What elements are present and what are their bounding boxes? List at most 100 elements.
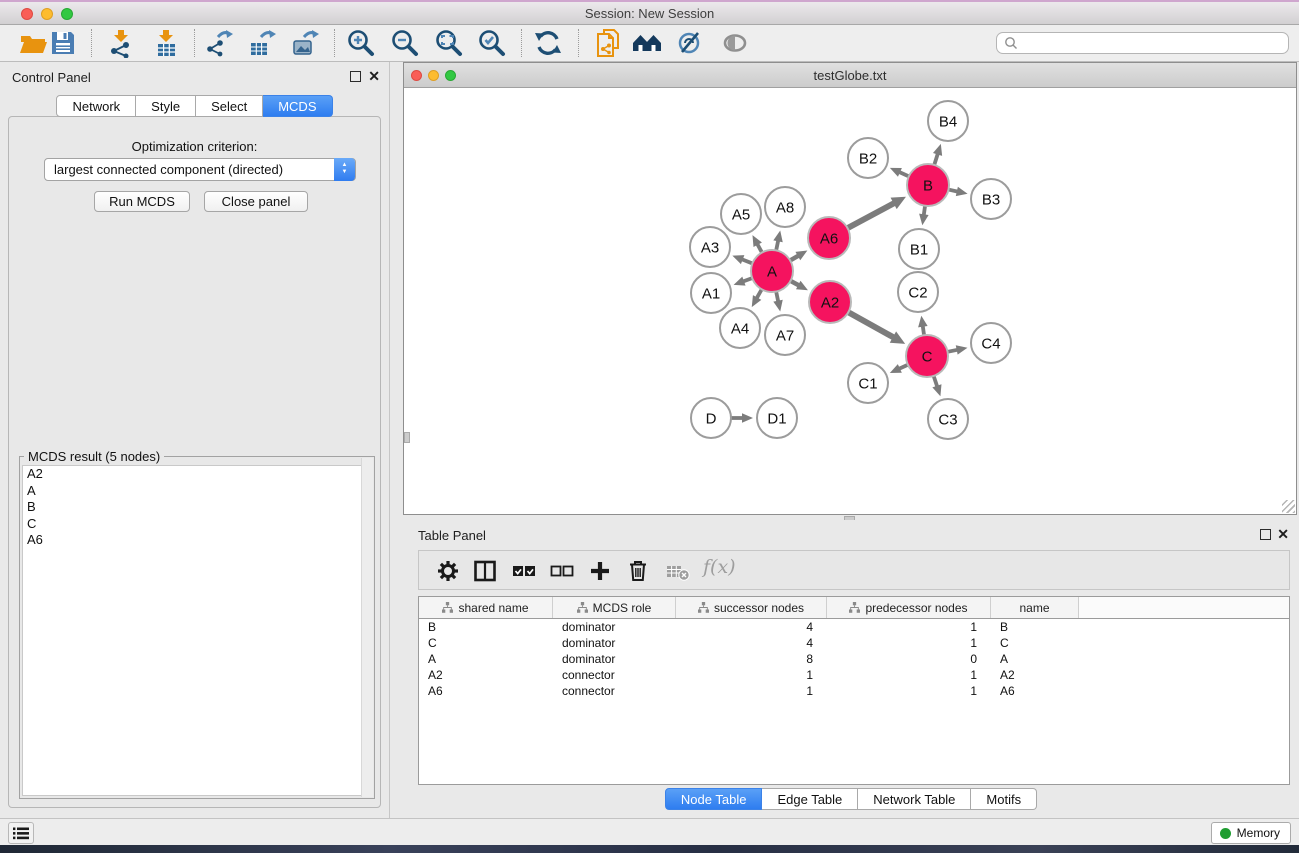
close-panel-icon[interactable]: ✕ (368, 67, 380, 85)
function-builder-icon[interactable]: f(x) (703, 556, 736, 578)
table-row[interactable]: A2connector11A2 (419, 667, 1289, 683)
column-header[interactable]: name (991, 597, 1079, 618)
application-window: Session: New Session Cont (0, 0, 1299, 853)
edge-arrowhead (956, 345, 968, 354)
table-cell: 1 (676, 667, 827, 683)
import-network-icon[interactable] (106, 28, 136, 58)
column-header[interactable]: shared name (419, 597, 553, 618)
table-cell: A (991, 651, 1079, 667)
import-table-icon[interactable] (151, 28, 181, 58)
result-list-item[interactable]: A2 (23, 466, 371, 483)
tab-motifs[interactable]: Motifs (971, 788, 1037, 810)
zoom-in-icon[interactable] (346, 28, 376, 58)
column-header-label: successor nodes (714, 601, 804, 615)
save-session-icon[interactable] (48, 28, 78, 58)
graph-node-label: B1 (910, 241, 928, 258)
close-table-panel-icon[interactable]: ✕ (1277, 525, 1289, 543)
tab-network-table[interactable]: Network Table (858, 788, 971, 810)
status-bar: Memory (0, 818, 1299, 845)
attribute-type-icon (698, 602, 709, 613)
tab-edge-table[interactable]: Edge Table (762, 788, 858, 810)
new-network-from-selection-icon[interactable] (593, 28, 623, 58)
table-row[interactable]: Cdominator41C (419, 635, 1289, 651)
export-table-icon[interactable] (247, 28, 277, 58)
optimization-label: Optimization criterion: (9, 139, 380, 154)
task-history-button[interactable] (8, 822, 34, 844)
graph-node-label: A8 (776, 199, 794, 216)
graph-node-label: B2 (859, 150, 877, 167)
result-list-item[interactable]: A (23, 483, 371, 500)
memory-button[interactable]: Memory (1211, 822, 1291, 844)
table-cell: 0 (827, 651, 991, 667)
window-titlebar: Session: New Session (0, 0, 1299, 25)
table-cell: C (419, 635, 553, 651)
search-input[interactable] (1022, 34, 1288, 52)
table-row[interactable]: Bdominator41B (419, 619, 1289, 635)
column-header[interactable]: successor nodes (676, 597, 827, 618)
result-list-item[interactable]: A6 (23, 532, 371, 549)
table-row[interactable]: Adominator80A (419, 651, 1289, 667)
open-session-icon[interactable] (18, 28, 48, 58)
close-panel-button[interactable]: Close panel (204, 191, 308, 212)
table-cell: C (991, 635, 1079, 651)
optimization-select[interactable]: largest connected component (directed) ▲… (44, 158, 356, 181)
graph-edge-A6-B[interactable] (848, 202, 896, 228)
column-header[interactable]: MCDS role (553, 597, 676, 618)
export-network-icon[interactable] (204, 28, 234, 58)
table-cell: A2 (419, 667, 553, 683)
show-columns-icon[interactable] (472, 558, 498, 584)
result-list-item[interactable]: C (23, 516, 371, 533)
graph-node-label: B (923, 177, 933, 194)
birds-eye-view-icon[interactable] (721, 28, 751, 58)
table-mode-gear-icon[interactable] (435, 558, 461, 584)
float-panel-icon[interactable] (350, 71, 361, 82)
tab-node-table[interactable]: Node Table (665, 788, 763, 810)
tab-select[interactable]: Select (196, 95, 263, 117)
float-table-panel-icon[interactable] (1260, 529, 1271, 540)
graph-node-label: A1 (702, 285, 720, 302)
tab-mcds[interactable]: MCDS (263, 95, 332, 117)
edge-arrowhead (932, 384, 941, 396)
edge-arrowhead (734, 277, 746, 286)
graph-node-label: A7 (776, 327, 794, 344)
graph-node-label: C3 (938, 411, 957, 428)
control-panel: Control Panel ✕ NetworkStyleSelectMCDS O… (0, 62, 390, 818)
toolbar-separator (194, 29, 195, 57)
create-column-icon[interactable] (587, 558, 613, 584)
delete-columns-icon[interactable] (625, 558, 651, 584)
graphics-details-icon[interactable] (676, 28, 706, 58)
main-toolbar (0, 25, 1299, 62)
table-cell: A6 (991, 683, 1079, 699)
run-mcds-button[interactable]: Run MCDS (94, 191, 190, 212)
zoom-out-icon[interactable] (390, 28, 420, 58)
table-cell: 8 (676, 651, 827, 667)
edge-arrowhead (732, 255, 744, 264)
graph-node-label: A4 (731, 320, 749, 337)
tab-network[interactable]: Network (56, 95, 136, 117)
zoom-selected-icon[interactable] (477, 28, 507, 58)
column-header[interactable]: predecessor nodes (827, 597, 991, 618)
optimization-value: largest connected component (directed) (54, 162, 283, 177)
home-icon[interactable] (632, 28, 662, 58)
graph-edge-A2-C[interactable] (848, 312, 894, 338)
table-cell: 1 (827, 667, 991, 683)
refresh-icon[interactable] (533, 28, 563, 58)
select-all-columns-icon[interactable] (511, 558, 537, 584)
export-image-icon[interactable] (290, 28, 320, 58)
graph-node-label: A5 (732, 206, 750, 223)
mcds-result-list: A2ABCA6 (22, 465, 372, 796)
vertical-scroll-thumb[interactable] (404, 432, 410, 443)
resize-grip[interactable] (1282, 500, 1295, 513)
network-graph[interactable]: AA1A2A3A4A5A6A7A8BB1B2B3B4CC1C2C3C4DD1 (404, 89, 1296, 514)
attribute-type-icon (849, 602, 860, 613)
tab-style[interactable]: Style (136, 95, 196, 117)
result-list-item[interactable]: B (23, 499, 371, 516)
graph-node-label: A3 (701, 239, 719, 256)
network-canvas[interactable]: AA1A2A3A4A5A6A7A8BB1B2B3B4CC1C2C3C4DD1 (404, 89, 1296, 514)
result-scrollbar[interactable] (361, 458, 373, 797)
graph-node-label: D1 (767, 410, 786, 427)
zoom-fit-icon[interactable] (434, 28, 464, 58)
table-row[interactable]: A6connector11A6 (419, 683, 1289, 699)
delete-table-icon[interactable] (665, 558, 691, 584)
deselect-all-columns-icon[interactable] (549, 558, 575, 584)
